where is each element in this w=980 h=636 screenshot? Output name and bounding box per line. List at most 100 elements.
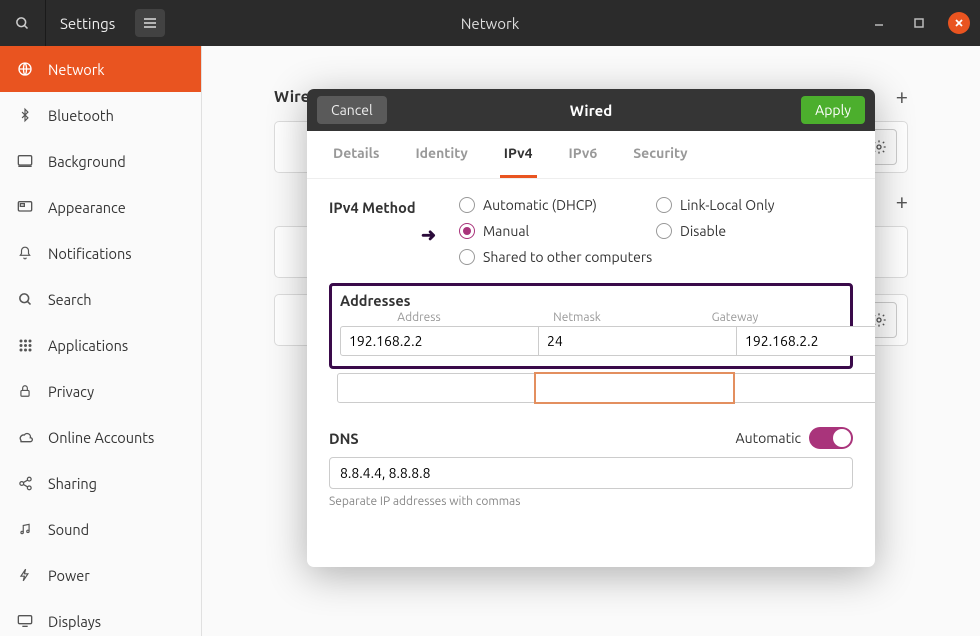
sidebar-item-displays[interactable]: Displays — [0, 598, 201, 636]
sidebar-item-search[interactable]: Search — [0, 276, 201, 322]
network-icon — [16, 60, 34, 78]
page-title: Network — [461, 15, 520, 32]
maximize-icon — [914, 18, 924, 28]
sidebar-item-privacy[interactable]: Privacy — [0, 368, 201, 414]
titlebar: Settings Network — [0, 0, 980, 46]
tab-security[interactable]: Security — [629, 131, 691, 178]
add-wired-button[interactable]: + — [896, 84, 908, 109]
dns-auto-label: Automatic — [736, 430, 801, 446]
radio-icon — [656, 197, 672, 213]
address-input[interactable] — [340, 326, 539, 356]
vpn-section-title — [274, 193, 278, 211]
tab-identity[interactable]: Identity — [411, 131, 471, 178]
minimize-icon — [874, 18, 884, 28]
dns-auto-toggle[interactable] — [809, 427, 853, 449]
netmask-input[interactable] — [538, 326, 737, 356]
addresses-title: Addresses — [340, 292, 842, 309]
header-address: Address — [340, 311, 498, 324]
sidebar-item-network[interactable]: Network — [0, 46, 201, 92]
radio-icon — [459, 249, 475, 265]
apply-label: Apply — [815, 102, 851, 118]
window-controls — [868, 12, 970, 34]
tabs: Details Identity IPv4 IPv6 Security — [307, 131, 875, 179]
sidebar-item-label: Notifications — [48, 245, 132, 262]
appearance-icon — [16, 198, 34, 216]
sidebar-item-sound[interactable]: Sound — [0, 506, 201, 552]
radio-label: Manual — [483, 223, 529, 239]
sound-icon — [16, 520, 34, 538]
hamburger-button[interactable] — [135, 9, 165, 37]
sidebar-item-label: Power — [48, 567, 90, 584]
header-gateway: Gateway — [656, 311, 814, 324]
gateway-input[interactable] — [733, 373, 875, 403]
modal-header: Cancel Wired Apply — [307, 89, 875, 131]
address-row — [340, 326, 842, 356]
radio-label: Link-Local Only — [680, 197, 775, 213]
sidebar-item-label: Network — [48, 61, 105, 78]
tab-ipv4[interactable]: IPv4 — [500, 131, 537, 178]
search-icon — [16, 290, 34, 308]
search-icon — [15, 16, 30, 31]
sidebar-item-label: Displays — [48, 613, 101, 630]
dns-section: DNS Automatic Separate IP addresses with… — [329, 427, 853, 508]
cancel-button[interactable]: Cancel — [317, 96, 387, 124]
sidebar-item-label: Appearance — [48, 199, 126, 216]
maximize-button[interactable] — [908, 12, 930, 34]
displays-icon — [16, 612, 34, 630]
addresses-section: Addresses Address Netmask Gateway — [329, 283, 853, 369]
sidebar-item-label: Search — [48, 291, 92, 308]
sidebar-item-notifications[interactable]: Notifications — [0, 230, 201, 276]
radio-manual[interactable]: ➜Manual — [459, 223, 656, 239]
radio-shared[interactable]: Shared to other computers — [459, 249, 853, 265]
sidebar-item-label: Sound — [48, 521, 89, 538]
close-icon — [954, 18, 964, 28]
titlebar-search-button[interactable] — [0, 0, 46, 46]
hamburger-icon — [143, 17, 157, 29]
dns-title: DNS — [329, 430, 359, 447]
add-vpn-button[interactable]: + — [896, 189, 908, 214]
power-icon — [16, 566, 34, 584]
netmask-input[interactable] — [535, 373, 734, 403]
dns-input[interactable] — [329, 457, 853, 489]
radio-icon — [459, 223, 475, 239]
sidebar-item-bluetooth[interactable]: Bluetooth — [0, 92, 201, 138]
sidebar-item-power[interactable]: Power — [0, 552, 201, 598]
applications-icon — [16, 336, 34, 354]
online-accounts-icon — [16, 428, 34, 446]
sidebar-item-background[interactable]: Background — [0, 138, 201, 184]
header-netmask: Netmask — [498, 311, 656, 324]
sidebar-item-applications[interactable]: Applications — [0, 322, 201, 368]
radio-automatic-dhcp[interactable]: Automatic (DHCP) — [459, 197, 656, 213]
radio-icon — [459, 197, 475, 213]
apply-button[interactable]: Apply — [801, 96, 865, 124]
dns-hint: Separate IP addresses with commas — [329, 495, 853, 508]
bluetooth-icon — [16, 106, 34, 124]
sidebar-item-online-accounts[interactable]: Online Accounts — [0, 414, 201, 460]
tab-details[interactable]: Details — [329, 131, 383, 178]
privacy-icon — [16, 382, 34, 400]
minimize-button[interactable] — [868, 12, 890, 34]
sidebar-item-label: Applications — [48, 337, 128, 354]
ipv4-method-label: IPv4 Method — [329, 197, 459, 216]
sidebar-item-label: Privacy — [48, 383, 94, 400]
content-area: Wired + + Off Canc — [202, 46, 980, 636]
radio-disable[interactable]: Disable — [656, 223, 853, 239]
connection-editor-modal: Cancel Wired Apply Details Identity IPv4… — [307, 89, 875, 567]
sidebar-item-sharing[interactable]: Sharing — [0, 460, 201, 506]
close-button[interactable] — [948, 12, 970, 34]
radio-label: Shared to other computers — [483, 249, 652, 265]
sidebar-item-label: Bluetooth — [48, 107, 114, 124]
radio-link-local[interactable]: Link-Local Only — [656, 197, 853, 213]
sharing-icon — [16, 474, 34, 492]
pointer-arrow-icon: ➜ — [421, 225, 436, 246]
radio-label: Automatic (DHCP) — [483, 197, 597, 213]
address-input[interactable] — [337, 373, 536, 403]
app-title: Settings — [46, 15, 129, 32]
sidebar-item-label: Online Accounts — [48, 429, 154, 446]
sidebar-item-appearance[interactable]: Appearance — [0, 184, 201, 230]
cancel-label: Cancel — [331, 102, 373, 118]
background-icon — [16, 152, 34, 170]
tab-ipv6[interactable]: IPv6 — [565, 131, 602, 178]
gateway-input[interactable] — [736, 326, 875, 356]
radio-label: Disable — [680, 223, 726, 239]
